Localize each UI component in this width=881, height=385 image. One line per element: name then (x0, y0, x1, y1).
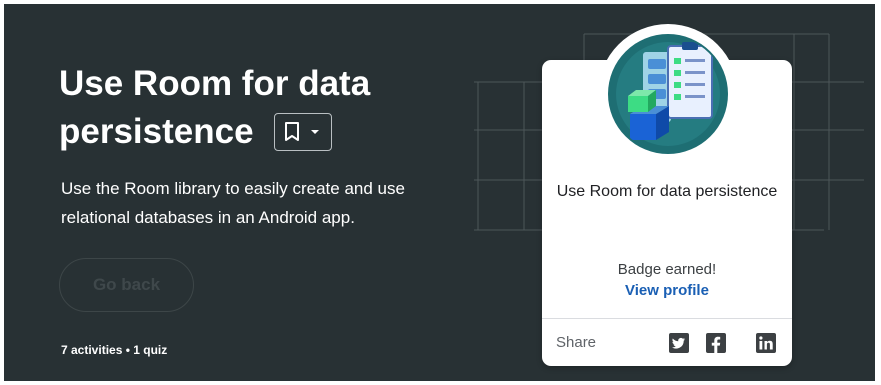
badge-title: Use Room for data persistence (556, 183, 778, 200)
badge-card: Use Room for data persistence Badge earn… (542, 24, 792, 366)
course-description: Use the Room library to easily create an… (61, 179, 405, 227)
page-title: Use Room for data persistence (59, 60, 429, 156)
course-meta: 7 activities • 1 quiz (61, 343, 168, 357)
badge-image (598, 24, 738, 164)
go-back-button[interactable]: Go back (59, 258, 194, 312)
card-divider (542, 318, 792, 319)
course-hero: Use Room for data persistence Use the Ro… (4, 4, 875, 381)
badge-status: Badge earned! (617, 261, 717, 278)
linkedin-icon (756, 333, 776, 353)
page-title-line2-wrap: persistence (59, 108, 332, 156)
bookmark-icon (284, 122, 299, 141)
badge-illustration-icon (608, 34, 728, 154)
page-title-line1: Use Room for data (59, 64, 371, 103)
share-label: Share (556, 334, 597, 351)
page-title-line2: persistence (59, 112, 254, 151)
facebook-icon (706, 333, 726, 353)
twitter-icon (669, 333, 689, 353)
chevron-down-icon (310, 130, 319, 134)
bookmark-button[interactable] (273, 113, 332, 151)
twitter-share-button[interactable] (668, 332, 690, 354)
facebook-share-button[interactable] (705, 332, 727, 354)
linkedin-share-button[interactable] (755, 332, 777, 354)
view-profile-link[interactable]: View profile (542, 282, 792, 299)
